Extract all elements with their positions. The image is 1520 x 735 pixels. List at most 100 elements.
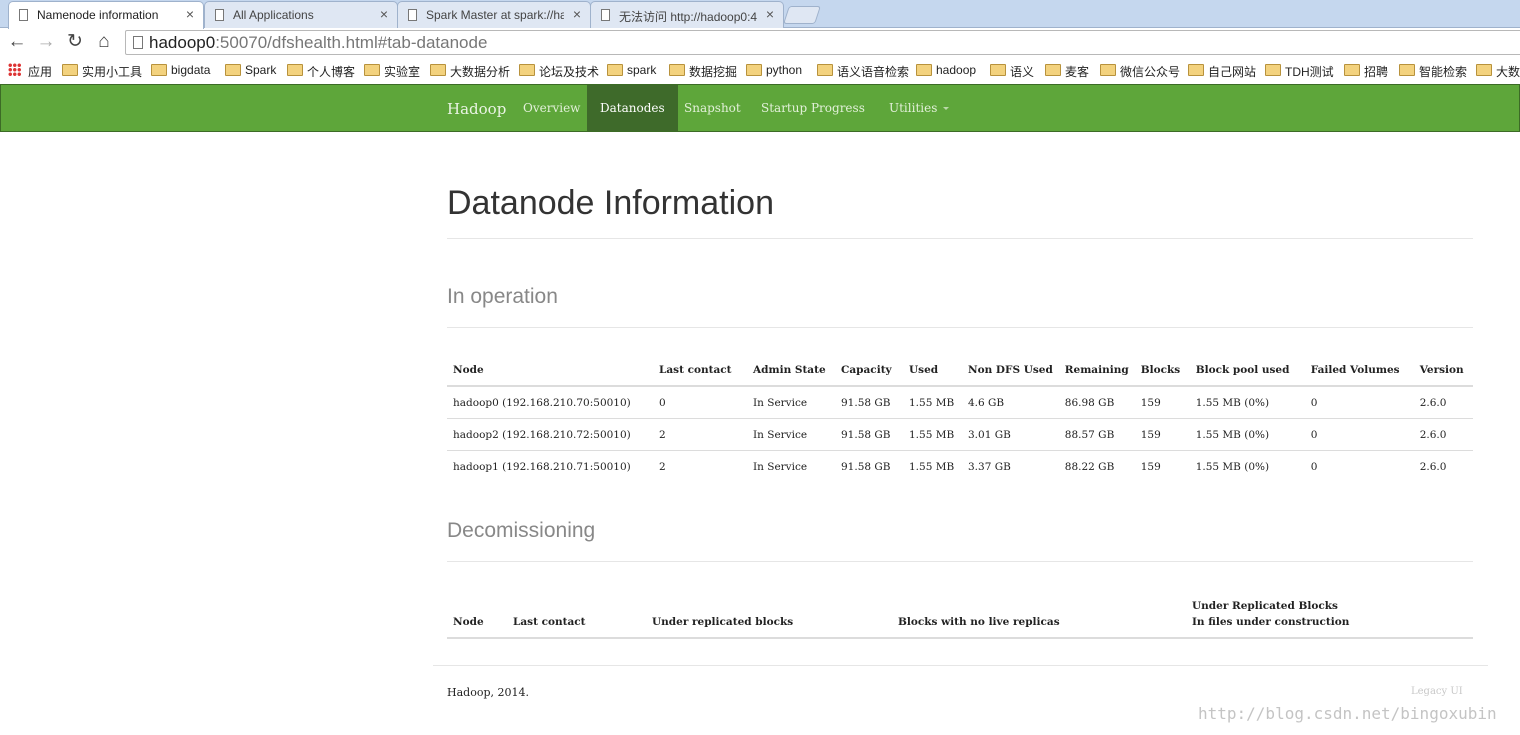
navbar-brand[interactable]: Hadoop xyxy=(447,100,506,118)
table-header-row: Node Last contact Admin State Capacity U… xyxy=(447,346,1473,387)
bookmark-folder[interactable]: python xyxy=(746,63,802,77)
address-bar[interactable]: hadoop0:50070/dfshealth.html#tab-datanod… xyxy=(125,30,1520,55)
column-header: Admin State xyxy=(747,346,835,387)
column-header: Used xyxy=(903,346,962,387)
bookmark-folder[interactable]: 大数据 xyxy=(1476,63,1520,80)
nav-utilities[interactable]: Utilities xyxy=(876,85,962,131)
bookmark-folder[interactable]: 论坛及技术 xyxy=(519,63,599,80)
nav-datanodes[interactable]: Datanodes xyxy=(587,85,678,131)
cell-capacity: 91.58 GB xyxy=(835,385,903,419)
column-header-line: In files under construction xyxy=(1192,616,1350,628)
cell-used: 1.55 MB xyxy=(903,385,962,419)
browser-tab[interactable]: 无法访问 http://hadoop0:4 × xyxy=(590,1,784,28)
folder-icon xyxy=(1476,64,1492,76)
column-header: Capacity xyxy=(835,346,903,387)
watermark: http://blog.csdn.net/bingoxubin xyxy=(1198,704,1497,723)
cell-block-pool-used: 1.55 MB (0%) xyxy=(1189,418,1305,451)
back-arrow-icon[interactable]: ← xyxy=(6,31,28,53)
cell-failed-volumes: 0 xyxy=(1304,450,1414,482)
title-divider xyxy=(447,238,1473,239)
bookmark-folder[interactable]: 实用小工具 xyxy=(62,63,142,80)
bookmark-folder[interactable]: 麦客 xyxy=(1045,63,1089,80)
table-row: hadoop0 (192.168.210.70:50010) 0 In Serv… xyxy=(447,385,1473,419)
bookmark-label: 语义语音检索 xyxy=(837,65,910,79)
folder-icon xyxy=(916,64,932,76)
bookmark-label: 应用 xyxy=(28,65,53,79)
bookmark-folder[interactable]: 微信公众号 xyxy=(1100,63,1180,80)
bookmark-folder[interactable]: 数据挖掘 xyxy=(669,63,737,80)
forward-arrow-icon[interactable]: → xyxy=(35,31,57,53)
bookmark-folder[interactable]: 语义 xyxy=(990,63,1034,80)
cell-version: 2.6.0 xyxy=(1413,385,1473,419)
bookmark-folder[interactable]: spark xyxy=(607,63,656,77)
nav-overview[interactable]: Overview xyxy=(510,85,593,131)
reload-icon[interactable]: ↻ xyxy=(64,31,86,53)
in-operation-heading: In operation xyxy=(447,285,558,308)
bookmark-folder[interactable]: bigdata xyxy=(151,63,210,77)
tab-title: Namenode information xyxy=(37,8,159,22)
bookmark-label: bigdata xyxy=(171,63,211,77)
browser-tab[interactable]: Namenode information × xyxy=(8,1,204,29)
folder-icon xyxy=(817,64,833,76)
close-icon[interactable]: × xyxy=(766,6,774,22)
bookmark-folder[interactable]: 招聘 xyxy=(1344,63,1388,80)
bookmark-label: Spark xyxy=(245,63,277,77)
decommissioning-table: Node Last contact Under replicated block… xyxy=(447,566,1473,639)
decommissioning-heading: Decomissioning xyxy=(447,519,596,542)
bookmark-folder[interactable]: Spark xyxy=(225,63,276,77)
folder-icon xyxy=(1188,64,1204,76)
bookmark-folder[interactable]: hadoop xyxy=(916,63,976,77)
cell-blocks: 159 xyxy=(1134,418,1190,451)
bookmark-label: 实用小工具 xyxy=(82,65,143,79)
folder-icon xyxy=(1265,64,1281,76)
new-tab-button[interactable] xyxy=(783,6,821,24)
bookmark-folder[interactable]: TDH测试 xyxy=(1265,63,1334,80)
bookmark-folder[interactable]: 个人博客 xyxy=(287,63,355,80)
nav-snapshot[interactable]: Snapshot xyxy=(671,85,754,131)
column-header: Blocks with no live replicas xyxy=(892,566,1186,639)
close-icon[interactable]: × xyxy=(573,6,581,22)
cell-last-contact: 0 xyxy=(653,385,747,419)
in-operation-table: Node Last contact Admin State Capacity U… xyxy=(447,346,1473,482)
browser-tab[interactable]: All Applications × xyxy=(204,1,398,28)
column-header: Block pool used xyxy=(1189,346,1305,387)
url-text[interactable]: hadoop0:50070/dfshealth.html#tab-datanod… xyxy=(149,33,487,53)
folder-icon xyxy=(669,64,685,76)
bookmark-folder[interactable]: 智能检索 xyxy=(1399,63,1467,80)
cell-capacity: 91.58 GB xyxy=(835,418,903,451)
section-divider xyxy=(447,561,1473,562)
bookmark-folder[interactable]: 语义语音检索 xyxy=(817,63,909,80)
bookmark-folder[interactable]: 大数据分析 xyxy=(430,63,510,80)
browser-tab[interactable]: Spark Master at spark://ha × xyxy=(397,1,591,28)
cell-remaining: 86.98 GB xyxy=(1058,385,1135,419)
cell-block-pool-used: 1.55 MB (0%) xyxy=(1189,385,1305,419)
cell-admin-state: In Service xyxy=(747,385,835,419)
cell-remaining: 88.57 GB xyxy=(1058,418,1135,451)
page-icon xyxy=(215,9,224,21)
legacy-ui-link[interactable]: Legacy UI xyxy=(1411,686,1463,697)
bookmark-folder[interactable]: 自己网站 xyxy=(1188,63,1256,80)
url-path: :50070/dfshealth.html#tab-datanode xyxy=(215,33,488,52)
column-header: Under Replicated Blocks In files under co… xyxy=(1186,566,1473,639)
apps-grid-icon xyxy=(8,63,21,76)
url-host: hadoop0 xyxy=(149,33,216,52)
bookmark-folder[interactable]: 实验室 xyxy=(364,63,420,80)
column-header: Node xyxy=(447,346,653,387)
close-icon[interactable]: × xyxy=(186,6,194,22)
nav-startup-progress[interactable]: Startup Progress xyxy=(748,85,878,131)
close-icon[interactable]: × xyxy=(380,6,388,22)
bookmark-apps[interactable]: 应用 xyxy=(8,63,52,80)
cell-admin-state: In Service xyxy=(747,450,835,482)
column-header: Non DFS Used xyxy=(962,346,1059,387)
column-header: Blocks xyxy=(1134,346,1190,387)
cell-last-contact: 2 xyxy=(653,418,747,451)
home-icon[interactable]: ⌂ xyxy=(93,31,115,53)
folder-icon xyxy=(430,64,446,76)
bookmark-label: 语义 xyxy=(1010,65,1035,79)
bookmark-label: python xyxy=(766,63,803,77)
caret-down-icon xyxy=(943,107,950,110)
folder-icon xyxy=(364,64,380,76)
bookmark-label: 麦客 xyxy=(1065,65,1090,79)
footer-divider xyxy=(433,665,1488,666)
cell-non-dfs-used: 3.01 GB xyxy=(962,418,1059,451)
